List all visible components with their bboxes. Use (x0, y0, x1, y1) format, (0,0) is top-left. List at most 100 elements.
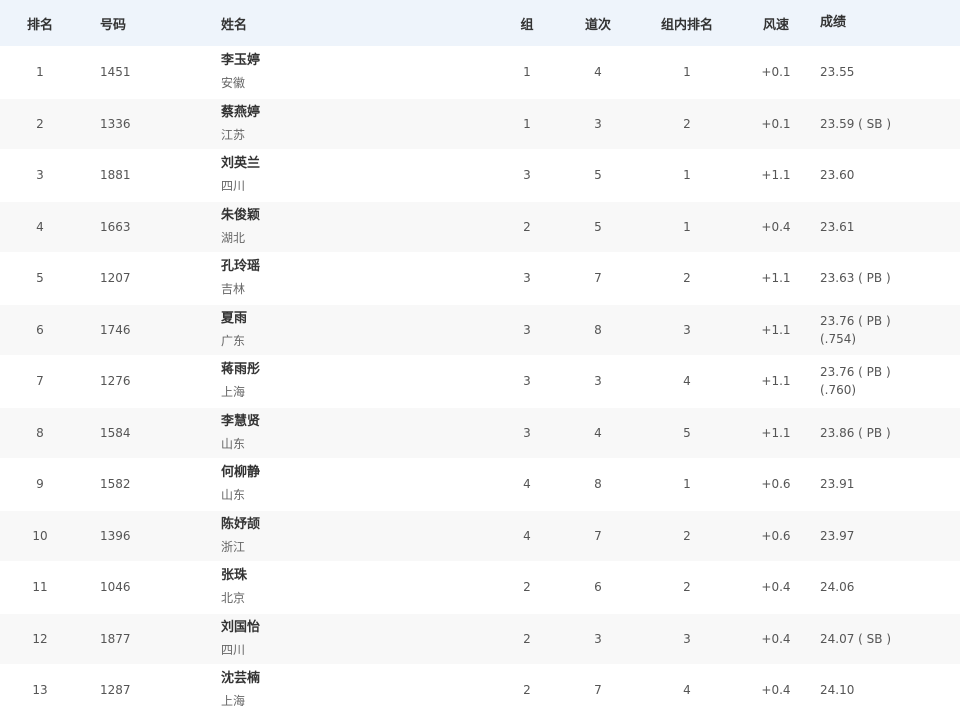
cell-athlete: 陈妤颉 浙江 (220, 514, 496, 558)
cell-group: 2 (523, 683, 531, 698)
result-value: 24.10 (820, 683, 855, 698)
header-result[interactable]: 成绩 (816, 14, 960, 32)
table-row[interactable]: 5 1207 孔玲瑶 吉林 3 7 2 +1.1 23.63 ( PB ) (0, 252, 960, 304)
cell-group-rank: 1 (683, 477, 691, 492)
cell-group: 3 (523, 374, 531, 389)
header-group-rank[interactable]: 组内排名 (638, 14, 736, 33)
cell-lane: 5 (594, 168, 602, 183)
cell-result: 23.60 (816, 166, 960, 184)
cell-wind: +0.4 (761, 580, 791, 595)
result-note: (.760) (820, 383, 857, 398)
cell-lane: 6 (594, 580, 602, 595)
athlete-team: 四川 (221, 179, 246, 194)
cell-rank: 4 (36, 219, 44, 234)
cell-result: 23.63 ( PB ) (816, 269, 960, 287)
cell-wind: +1.1 (761, 322, 791, 337)
cell-group: 2 (523, 219, 531, 234)
cell-lane: 3 (594, 116, 602, 131)
cell-bib: 1207 (100, 271, 131, 286)
cell-wind: +0.4 (761, 631, 791, 646)
table-row[interactable]: 4 1663 朱俊颖 湖北 2 5 1 +0.4 23.61 (0, 200, 960, 252)
header-lane[interactable]: 道次 (558, 14, 638, 33)
cell-result: 23.91 (816, 475, 960, 493)
table-row[interactable]: 2 1336 蔡燕婷 江苏 1 3 2 +0.1 23.59 ( SB ) (0, 97, 960, 149)
cell-lane: 7 (594, 683, 602, 698)
athlete-team: 广东 (221, 333, 246, 348)
cell-athlete: 李慧贤 山东 (220, 411, 496, 455)
cell-rank: 12 (32, 631, 48, 646)
cell-group: 2 (523, 631, 531, 646)
cell-bib: 1287 (100, 683, 131, 698)
header-name[interactable]: 姓名 (220, 14, 496, 33)
cell-wind: +0.4 (761, 219, 791, 234)
result-value: 23.61 (820, 219, 855, 234)
cell-group-rank: 4 (683, 374, 691, 389)
table-row[interactable]: 3 1881 刘英兰 四川 3 5 1 +1.1 23.60 (0, 149, 960, 201)
header-group[interactable]: 组 (496, 14, 558, 33)
cell-athlete: 张珠 北京 (220, 565, 496, 609)
cell-wind: +0.1 (761, 116, 791, 131)
cell-group: 4 (523, 528, 531, 543)
result-value: 23.97 (820, 528, 855, 543)
cell-rank: 8 (36, 425, 44, 440)
athlete-team: 北京 (221, 591, 246, 606)
table-row[interactable]: 12 1877 刘国怡 四川 2 3 3 +0.4 24.07 ( SB ) (0, 612, 960, 664)
header-wind[interactable]: 风速 (736, 14, 816, 33)
cell-bib: 1584 (100, 425, 131, 440)
table-row[interactable]: 9 1582 何柳静 山东 4 8 1 +0.6 23.91 (0, 458, 960, 510)
cell-group-rank: 3 (683, 631, 691, 646)
athlete-name[interactable]: 何柳静 (221, 462, 496, 484)
cell-result: 24.07 ( SB ) (816, 630, 960, 648)
athlete-name[interactable]: 刘国怡 (221, 617, 496, 639)
table-row[interactable]: 8 1584 李慧贤 山东 3 4 5 +1.1 23.86 ( PB ) (0, 406, 960, 458)
athlete-name[interactable]: 李慧贤 (221, 411, 496, 433)
cell-bib: 1276 (100, 374, 131, 389)
table-row[interactable]: 10 1396 陈妤颉 浙江 4 7 2 +0.6 23.97 (0, 509, 960, 561)
cell-wind: +0.4 (761, 683, 791, 698)
cell-group: 3 (523, 271, 531, 286)
cell-result: 23.55 (816, 63, 960, 81)
cell-group-rank: 4 (683, 683, 691, 698)
cell-group-rank: 1 (683, 168, 691, 183)
athlete-name[interactable]: 蔡燕婷 (221, 102, 496, 124)
cell-result: 24.06 (816, 578, 960, 596)
cell-lane: 3 (594, 631, 602, 646)
table-row[interactable]: 11 1046 张珠 北京 2 6 2 +0.4 24.06 (0, 561, 960, 613)
cell-wind: +1.1 (761, 425, 791, 440)
table-row[interactable]: 6 1746 夏雨 广东 3 8 3 +1.1 23.76 ( PB ) (.754) (0, 303, 960, 355)
athlete-name[interactable]: 夏雨 (221, 308, 496, 330)
cell-bib: 1451 (100, 65, 131, 80)
cell-rank: 13 (32, 683, 48, 698)
cell-athlete: 李玉婷 安徽 (220, 50, 496, 94)
athlete-name[interactable]: 张珠 (221, 565, 496, 587)
header-bib[interactable]: 号码 (80, 14, 220, 33)
cell-group: 2 (523, 580, 531, 595)
table-row[interactable]: 1 1451 李玉婷 安徽 1 4 1 +0.1 23.55 (0, 46, 960, 98)
athlete-name[interactable]: 李玉婷 (221, 50, 496, 72)
cell-group: 3 (523, 425, 531, 440)
header-rank[interactable]: 排名 (0, 14, 80, 33)
table-row[interactable]: 13 1287 沈芸楠 上海 2 7 4 +0.4 24.10 (0, 664, 960, 716)
athlete-name[interactable]: 孔玲瑶 (221, 256, 496, 278)
cell-group: 3 (523, 322, 531, 337)
athlete-name[interactable]: 沈芸楠 (221, 668, 496, 690)
cell-result: 23.76 ( PB ) (.754) (816, 312, 960, 348)
cell-result: 23.59 ( SB ) (816, 115, 960, 133)
cell-result: 23.61 (816, 218, 960, 236)
cell-group: 1 (523, 116, 531, 131)
cell-rank: 2 (36, 116, 44, 131)
cell-lane: 3 (594, 374, 602, 389)
athlete-name[interactable]: 刘英兰 (221, 153, 496, 175)
table-row[interactable]: 7 1276 蒋雨彤 上海 3 3 4 +1.1 23.76 ( PB ) (.760) (0, 355, 960, 407)
result-value: 24.07 ( SB ) (820, 631, 892, 646)
cell-lane: 4 (594, 425, 602, 440)
result-note: (.754) (820, 331, 857, 346)
cell-group: 3 (523, 168, 531, 183)
cell-athlete: 朱俊颖 湖北 (220, 205, 496, 249)
athlete-name[interactable]: 蒋雨彤 (221, 359, 496, 381)
result-value: 24.06 (820, 580, 855, 595)
cell-wind: +0.6 (761, 477, 791, 492)
athlete-name[interactable]: 陈妤颉 (221, 514, 496, 536)
result-value: 23.76 ( PB ) (820, 365, 891, 380)
athlete-name[interactable]: 朱俊颖 (221, 205, 496, 227)
